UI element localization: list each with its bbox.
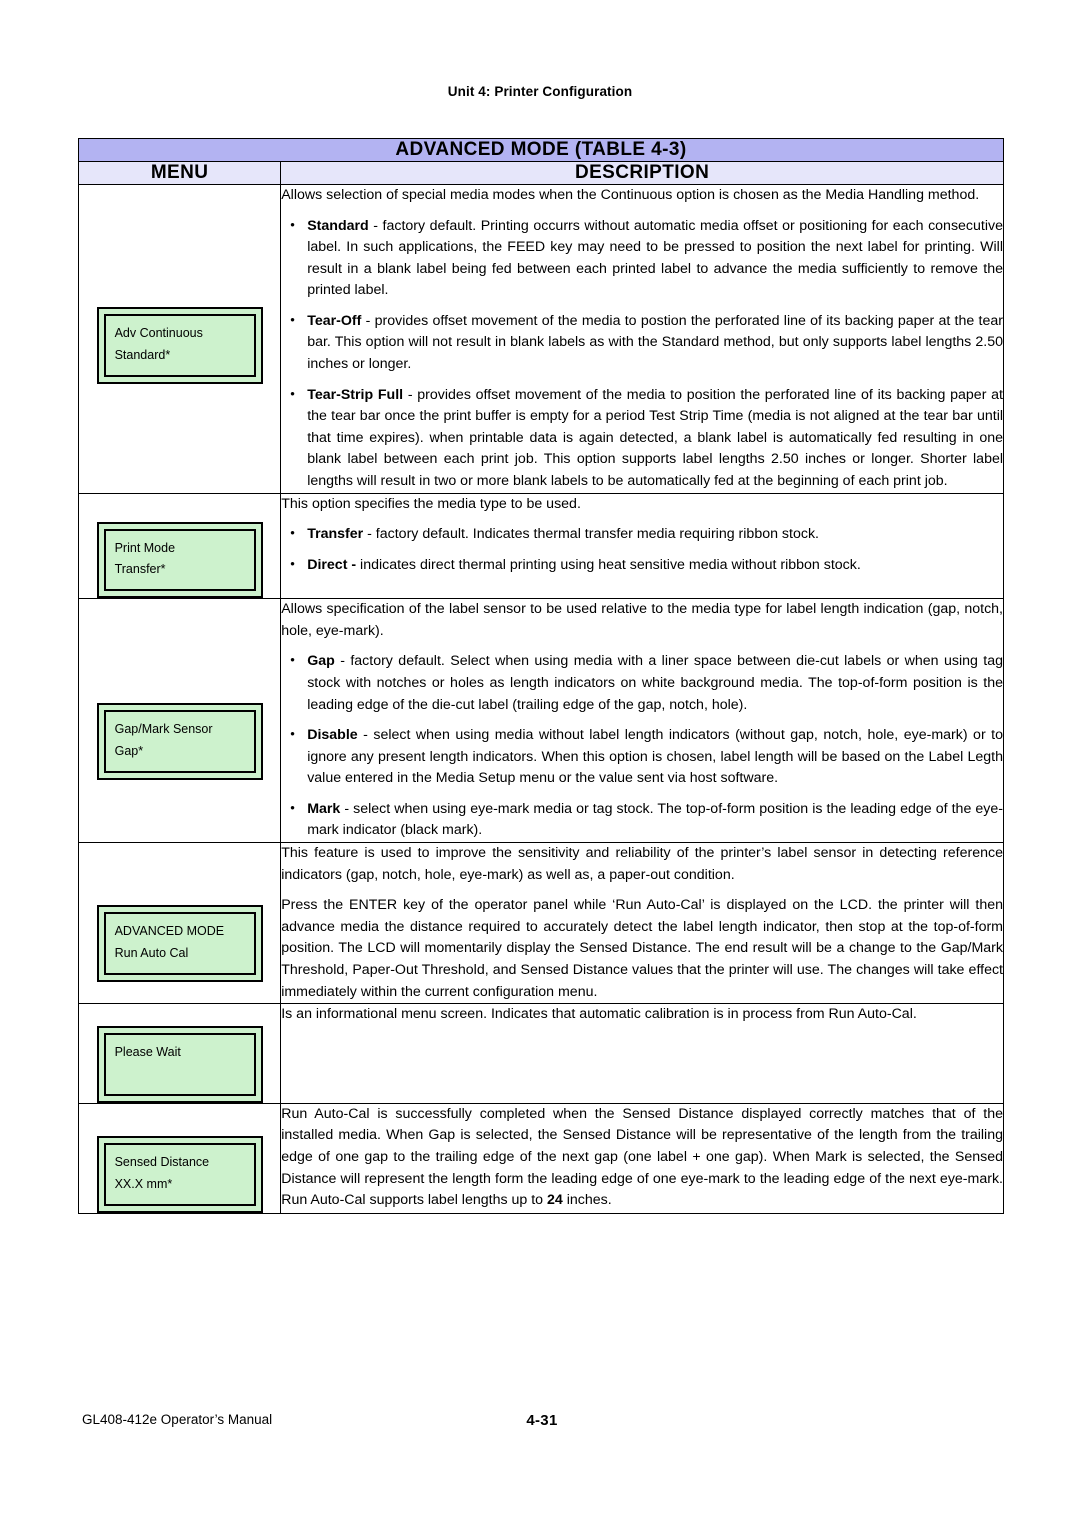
bullet-term: Disable bbox=[307, 727, 358, 744]
table-title: ADVANCED MODE (TABLE 4-3) bbox=[78, 138, 1004, 162]
bullet-text: - select when using eye-mark media or ta… bbox=[307, 800, 1003, 839]
bullet-text: - provides offset movement of the media … bbox=[307, 312, 1003, 373]
table-row: Gap/Mark Sensor Gap* Allows specificatio… bbox=[77, 598, 1004, 844]
description-text-part1: Run Auto-Cal is successfully completed w… bbox=[281, 1105, 1003, 1209]
advanced-mode-table: ADVANCED MODE (TABLE 4-3) MENU DESCRIPTI… bbox=[77, 138, 1004, 1214]
lcd-screen: Gap/Mark Sensor Gap* bbox=[103, 710, 256, 774]
description-intro: This option specifies the media type to … bbox=[281, 495, 581, 512]
lcd-line-1: Gap/Mark Sensor bbox=[114, 722, 213, 737]
description-paragraph: This feature is used to improve the sens… bbox=[281, 845, 1003, 883]
footer-page-number: 4-31 bbox=[526, 1412, 558, 1429]
bullet-text: - factory default. Select when using med… bbox=[307, 653, 1003, 713]
bullet-list: Gap - factory default. Select when using… bbox=[281, 650, 1003, 842]
lcd-line-1: Adv Continuous bbox=[114, 326, 203, 340]
lcd-gap-mark-sensor: Gap/Mark Sensor Gap* bbox=[96, 703, 263, 781]
table-row: Adv Continuous Standard* Allows selectio… bbox=[77, 184, 1004, 494]
bullet-term: Standard bbox=[307, 217, 369, 234]
lcd-screen: ADVANCED MODE Run Auto Cal bbox=[103, 912, 256, 975]
bullet-term: Mark bbox=[307, 800, 341, 817]
list-item: Standard - factory default. Printing occ… bbox=[281, 215, 1003, 302]
description-intro: Allows specification of the label sensor… bbox=[281, 601, 1003, 639]
bullet-term: Transfer bbox=[307, 526, 364, 543]
lcd-sensed-distance: Sensed Distance XX.X mm* bbox=[96, 1135, 263, 1213]
lcd-line-2: Transfer* bbox=[114, 562, 166, 577]
list-item: Mark - select when using eye-mark media … bbox=[281, 798, 1003, 842]
bullet-text: - provides offset movement of the media … bbox=[307, 386, 1003, 489]
list-item: Direct - indicates direct thermal printi… bbox=[281, 554, 1003, 577]
bullet-term: Direct - bbox=[307, 556, 357, 573]
table-row: Please Wait Is an informational menu scr… bbox=[77, 1003, 1004, 1104]
lcd-line-1: Sensed Distance bbox=[114, 1154, 210, 1169]
menu-cell-gap-mark-sensor: Gap/Mark Sensor Gap* bbox=[77, 598, 282, 844]
running-head: Unit 4: Printer Configuration bbox=[447, 84, 633, 99]
bullet-term: Gap bbox=[307, 653, 335, 670]
lcd-line-1: ADVANCED MODE bbox=[114, 924, 225, 939]
list-item: Disable - select when using media withou… bbox=[281, 724, 1003, 790]
description-cell-sensed-distance: Run Auto-Cal is successfully completed w… bbox=[280, 1102, 1004, 1214]
document-page: Unit 4: Printer Configuration ADVANCED M… bbox=[0, 0, 1080, 1528]
description-text-part2: inches. bbox=[562, 1192, 612, 1209]
table-header-row: MENU DESCRIPTION bbox=[77, 161, 1004, 185]
description-paragraph: Run Auto-Cal is successfully completed w… bbox=[281, 1104, 1003, 1212]
description-cell-print-mode: This option specifies the media type to … bbox=[280, 492, 1004, 600]
lcd-screen: Adv Continuous Standard* bbox=[103, 314, 256, 377]
list-item: Tear-Strip Full - provides offset moveme… bbox=[281, 384, 1003, 493]
lcd-screen: Sensed Distance XX.X mm* bbox=[103, 1142, 256, 1206]
bullet-term: Tear-Off bbox=[307, 312, 362, 329]
lcd-please-wait: Please Wait bbox=[96, 1026, 263, 1103]
description-paragraph: Is an informational menu screen. Indicat… bbox=[281, 1006, 917, 1023]
bullet-term: Tear-Strip Full bbox=[307, 386, 404, 403]
lcd-line-1: Please Wait bbox=[114, 1045, 181, 1060]
menu-cell-please-wait: Please Wait bbox=[77, 1003, 282, 1104]
table-row: ADVANCED MODE Run Auto Cal This feature … bbox=[77, 842, 1004, 1005]
column-header-menu: MENU bbox=[77, 161, 282, 185]
bullet-text: indicates direct thermal printing using … bbox=[356, 556, 861, 573]
lcd-line-2: Standard* bbox=[114, 347, 171, 362]
description-cell-please-wait: Is an informational menu screen. Indicat… bbox=[280, 1003, 1004, 1104]
menu-cell-sensed-distance: Sensed Distance XX.X mm* bbox=[77, 1102, 282, 1214]
description-cell-gap-mark-sensor: Allows specification of the label sensor… bbox=[280, 598, 1004, 844]
lcd-print-mode: Print Mode Transfer* bbox=[96, 521, 263, 599]
menu-cell-adv-continuous: Adv Continuous Standard* bbox=[77, 184, 282, 494]
description-intro: Allows selection of special media modes … bbox=[281, 187, 980, 203]
list-item: Transfer - factory default. Indicates th… bbox=[281, 523, 1003, 546]
lcd-line-2: XX.X mm* bbox=[114, 1176, 173, 1191]
description-cell-advanced-mode: This feature is used to improve the sens… bbox=[280, 842, 1004, 1005]
bullet-text: - factory default. Indicates thermal tra… bbox=[363, 526, 819, 543]
bullet-list: Transfer - factory default. Indicates th… bbox=[281, 523, 1003, 577]
description-cell-adv-continuous: Allows selection of special media modes … bbox=[280, 184, 1004, 494]
lcd-line-2: Run Auto Cal bbox=[114, 945, 189, 960]
menu-cell-advanced-mode: ADVANCED MODE Run Auto Cal bbox=[77, 842, 282, 1005]
menu-cell-print-mode: Print Mode Transfer* bbox=[77, 492, 282, 600]
description-paragraph: Press the ENTER key of the operator pane… bbox=[281, 897, 1003, 1000]
description-emphasis: 24 bbox=[547, 1192, 563, 1209]
table-title-row: ADVANCED MODE (TABLE 4-3) bbox=[78, 138, 1004, 162]
bullet-text: - factory default. Printing occurrs with… bbox=[307, 217, 1003, 299]
page-footer: GL408-412e Operator’s Manual 4-31 bbox=[82, 1412, 1002, 1434]
lcd-advanced-mode: ADVANCED MODE Run Auto Cal bbox=[96, 905, 263, 982]
table-row: Sensed Distance XX.X mm* Run Auto-Cal is… bbox=[77, 1102, 1004, 1214]
bullet-text: - select when using media without label … bbox=[307, 727, 1003, 787]
list-item: Gap - factory default. Select when using… bbox=[281, 650, 1003, 716]
table-row: Print Mode Transfer* This option specifi… bbox=[77, 492, 1004, 600]
bullet-list: Standard - factory default. Printing occ… bbox=[281, 215, 1003, 493]
lcd-line-2: Gap* bbox=[114, 744, 144, 759]
list-item: Tear-Off - provides offset movement of t… bbox=[281, 310, 1003, 376]
column-header-description: DESCRIPTION bbox=[280, 161, 1004, 185]
lcd-adv-continuous: Adv Continuous Standard* bbox=[96, 307, 263, 384]
lcd-line-1: Print Mode bbox=[114, 540, 176, 555]
lcd-screen: Please Wait bbox=[103, 1033, 256, 1096]
lcd-screen: Print Mode Transfer* bbox=[103, 528, 256, 592]
